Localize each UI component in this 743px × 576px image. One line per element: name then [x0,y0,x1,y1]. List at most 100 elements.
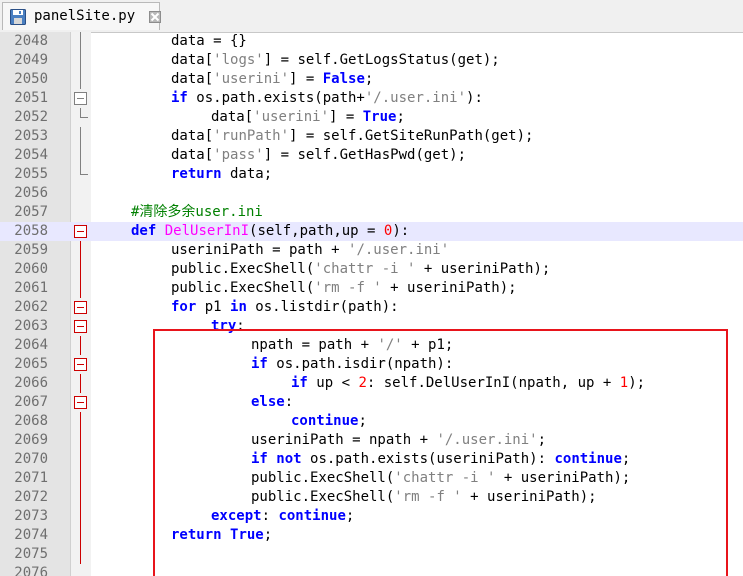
code-line[interactable]: 2052 data['userini'] = True; [0,108,743,127]
code-line[interactable]: 2055 return data; [0,165,743,184]
fold-guide [80,70,81,89]
code-line[interactable]: 2054 data['pass'] = self.GetHasPwd(get); [0,146,743,165]
code-token: data[ [171,128,214,144]
line-number: 2050 [14,71,48,87]
code-text: data['logs'] = self.GetLogsStatus(get); [171,51,500,70]
fold-guide [80,336,81,355]
code-token: ; [345,508,355,524]
close-icon[interactable] [149,11,161,23]
code-line[interactable]: 2074 return True; [0,526,743,545]
code-token: data[ [171,71,214,87]
code-line[interactable]: 2051 if os.path.exists(path+'/.user.ini')… [0,89,743,108]
code-token: ): [466,90,483,106]
code-token: 'rm -f ' [314,280,382,296]
code-line[interactable]: 2063 try: [0,317,743,336]
fold-guide [80,412,81,431]
fold-toggle-icon[interactable] [74,92,87,105]
line-number: 2061 [14,280,48,296]
code-line[interactable]: 2072 public.ExecShell('rm -f ' + useriniP… [0,488,743,507]
line-number: 2066 [14,375,48,391]
code-token: + useriniPath); [495,470,631,486]
code-line[interactable]: 2061 public.ExecShell('rm -f ' + useriniP… [0,279,743,298]
code-token: ; [396,109,405,125]
code-token: '/.user.ini' [364,90,467,106]
code-line[interactable]: 2064 npath = path + '/' + p1; [0,336,743,355]
code-token: if [291,375,308,391]
code-line[interactable]: 2065 if os.path.isdir(npath): [0,355,743,374]
fold-toggle-icon[interactable] [74,358,87,371]
code-token: : self.DelUserInI(npath, up + [366,375,620,391]
code-line[interactable]: 2050 data['userini'] = False; [0,70,743,89]
code-token: except [211,508,262,524]
code-line[interactable]: 2068 continue; [0,412,743,431]
fold-toggle-icon[interactable] [74,301,87,314]
code-text: useriniPath = npath + '/.user.ini'; [251,431,546,450]
fold-guide [80,450,81,469]
code-line[interactable]: 2069 useriniPath = npath + '/.user.ini'; [0,431,743,450]
code-editor[interactable]: 2048 data = {} 2049 data['logs'] = self.Get… [0,32,743,576]
fold-guide [80,488,81,507]
code-token: : [284,394,294,410]
code-line[interactable]: 2057 #清除多余user.ini [0,203,743,222]
code-line[interactable]: 2059 useriniPath = path + '/.user.ini' [0,241,743,260]
code-text: if os.path.exists(path+'/.user.ini'): [171,89,483,108]
fold-guide [80,374,81,393]
code-token: False [322,71,365,87]
code-token: data[ [171,52,214,68]
fold-end-marker [80,165,88,175]
code-token: DelUserInI [164,223,250,239]
code-token: not [276,451,302,467]
code-token: else [251,394,285,410]
code-text: #清除多余user.ini [131,203,263,222]
code-token: ] = self.GetLogsStatus(get); [263,52,500,68]
code-line[interactable]: 2049 data['logs'] = self.GetLogsStatus(ge… [0,51,743,70]
code-text: data['userini'] = True; [211,108,405,127]
code-token: ] = [329,109,363,125]
code-text: npath = path + '/' + p1; [251,336,453,355]
tab-panelsite[interactable]: panelSite.py [2,2,161,30]
code-line[interactable]: 2062 for p1 in os.listdir(path): [0,298,743,317]
code-token: useriniPath = npath + [251,432,437,448]
code-line[interactable]: 2070 if not os.path.exists(useriniPath): … [0,450,743,469]
code-token: #清除多余user.ini [131,204,263,220]
code-token: in [230,299,247,315]
fold-guide [80,32,81,51]
code-line[interactable]: 2067 else: [0,393,743,412]
line-number: 2060 [14,261,48,277]
code-token: 'chattr -i ' [314,261,416,277]
code-line[interactable]: 2048 data = {} [0,32,743,51]
line-number: 2052 [14,109,48,125]
line-number: 2048 [14,33,48,49]
code-token: 2 [358,375,367,391]
code-line[interactable]: 2053 data['runPath'] = self.GetSiteRunPat… [0,127,743,146]
fold-toggle-icon[interactable] [74,225,87,238]
code-line[interactable]: 2076 [0,564,743,576]
code-line[interactable]: 2060 public.ExecShell('chattr -i ' + user… [0,260,743,279]
code-token: os.listdir(path): [246,299,399,315]
tab-label: panelSite.py [34,8,136,24]
code-line[interactable]: 2066 if up < 2: self.DelUserInI(npath, up… [0,374,743,393]
code-text: def DelUserInI(self,path,up = 0): [131,222,409,241]
code-line[interactable]: 2073 except: continue; [0,507,743,526]
line-number: 2069 [14,432,48,448]
code-text: useriniPath = path + '/.user.ini' [171,241,449,260]
fold-toggle-icon[interactable] [74,320,87,333]
code-token: '/.user.ini' [436,432,538,448]
code-token: ; [263,527,273,543]
code-token: def [131,223,157,239]
code-line[interactable]: 2075 [0,545,743,564]
code-text: except: continue; [211,507,354,526]
code-token: up < [307,375,359,391]
fold-toggle-icon[interactable] [74,396,87,409]
code-lines: 2048 data = {} 2049 data['logs'] = self.Get… [0,32,743,576]
code-token: + useriniPath); [381,280,517,296]
code-line[interactable]: 2056 [0,184,743,203]
code-token: 'logs' [213,52,264,68]
code-token: 'userini' [213,71,290,87]
line-number: 2067 [14,394,48,410]
code-line[interactable]: 2058 def DelUserInI(self,path,up = 0): [0,222,743,241]
code-text: public.ExecShell('rm -f ' + useriniPath)… [251,488,597,507]
code-token: public.ExecShell( [171,261,315,277]
code-token: p1 [196,299,231,315]
code-line[interactable]: 2071 public.ExecShell('chattr -i ' + user… [0,469,743,488]
